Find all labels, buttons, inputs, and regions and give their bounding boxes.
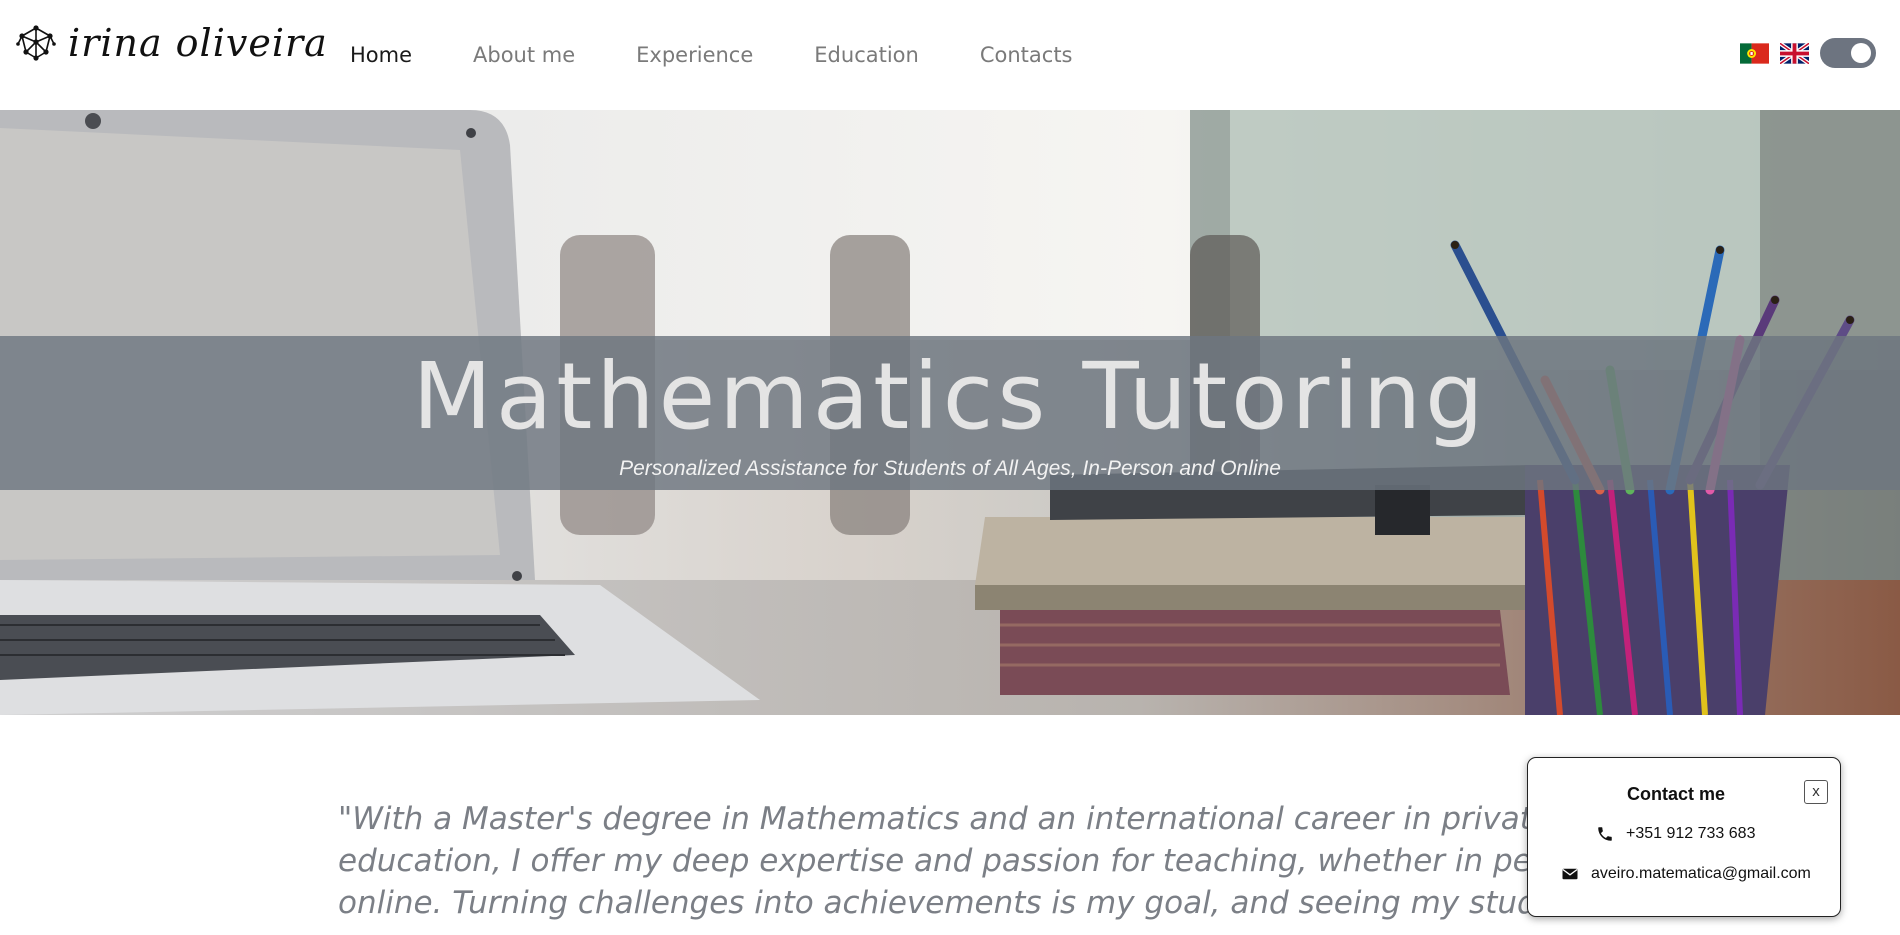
phone-number: +351 912 733 683 <box>1626 825 1756 842</box>
nav-about-me[interactable]: About me <box>473 38 575 72</box>
nav-education[interactable]: Education <box>814 38 919 72</box>
portugal-flag-icon[interactable] <box>1740 42 1769 64</box>
email-address: aveiro.matematica@gmail.com <box>1591 865 1811 882</box>
site-logo[interactable]: irina oliveira <box>16 22 328 64</box>
main-nav: Home About me Experience Education Conta… <box>350 38 1134 72</box>
intro-quote-line: education, I offer my deep expertise and… <box>338 843 1641 879</box>
close-button[interactable]: x <box>1804 780 1828 804</box>
envelope-icon <box>1562 868 1578 880</box>
uk-flag-icon[interactable] <box>1780 42 1809 64</box>
intro-quote: "With a Master's degree in Mathematics a… <box>338 798 1641 924</box>
toggle-knob <box>1851 43 1871 63</box>
contact-card-title: Contact me <box>1626 784 1725 804</box>
hero-title: Mathematics Tutoring <box>412 343 1488 450</box>
contact-phone[interactable]: +351 912 733 683 <box>1596 825 1755 843</box>
intro-quote-line: "With a Master's degree in Mathematics a… <box>338 801 1551 837</box>
logo-text: irina oliveira <box>68 21 328 65</box>
network-logo-icon <box>16 25 56 61</box>
intro-quote-line: online. Turning challenges into achievem… <box>338 885 1604 921</box>
nav-contacts[interactable]: Contacts <box>980 38 1073 72</box>
site-header: irina oliveira Home About me Experience … <box>0 0 1900 110</box>
hero-banner: Mathematics Tutoring Personalized Assist… <box>0 110 1900 715</box>
header-controls <box>1740 38 1876 68</box>
contact-email[interactable]: aveiro.matematica@gmail.com <box>1561 865 1811 883</box>
nav-home[interactable]: Home <box>350 38 412 72</box>
contact-card: Contact me x +351 912 733 683 aveiro.mat… <box>1527 757 1841 917</box>
phone-icon <box>1598 827 1612 841</box>
nav-experience[interactable]: Experience <box>636 38 753 72</box>
theme-toggle[interactable] <box>1820 38 1876 68</box>
hero-subtitle: Personalized Assistance for Students of … <box>619 457 1281 480</box>
